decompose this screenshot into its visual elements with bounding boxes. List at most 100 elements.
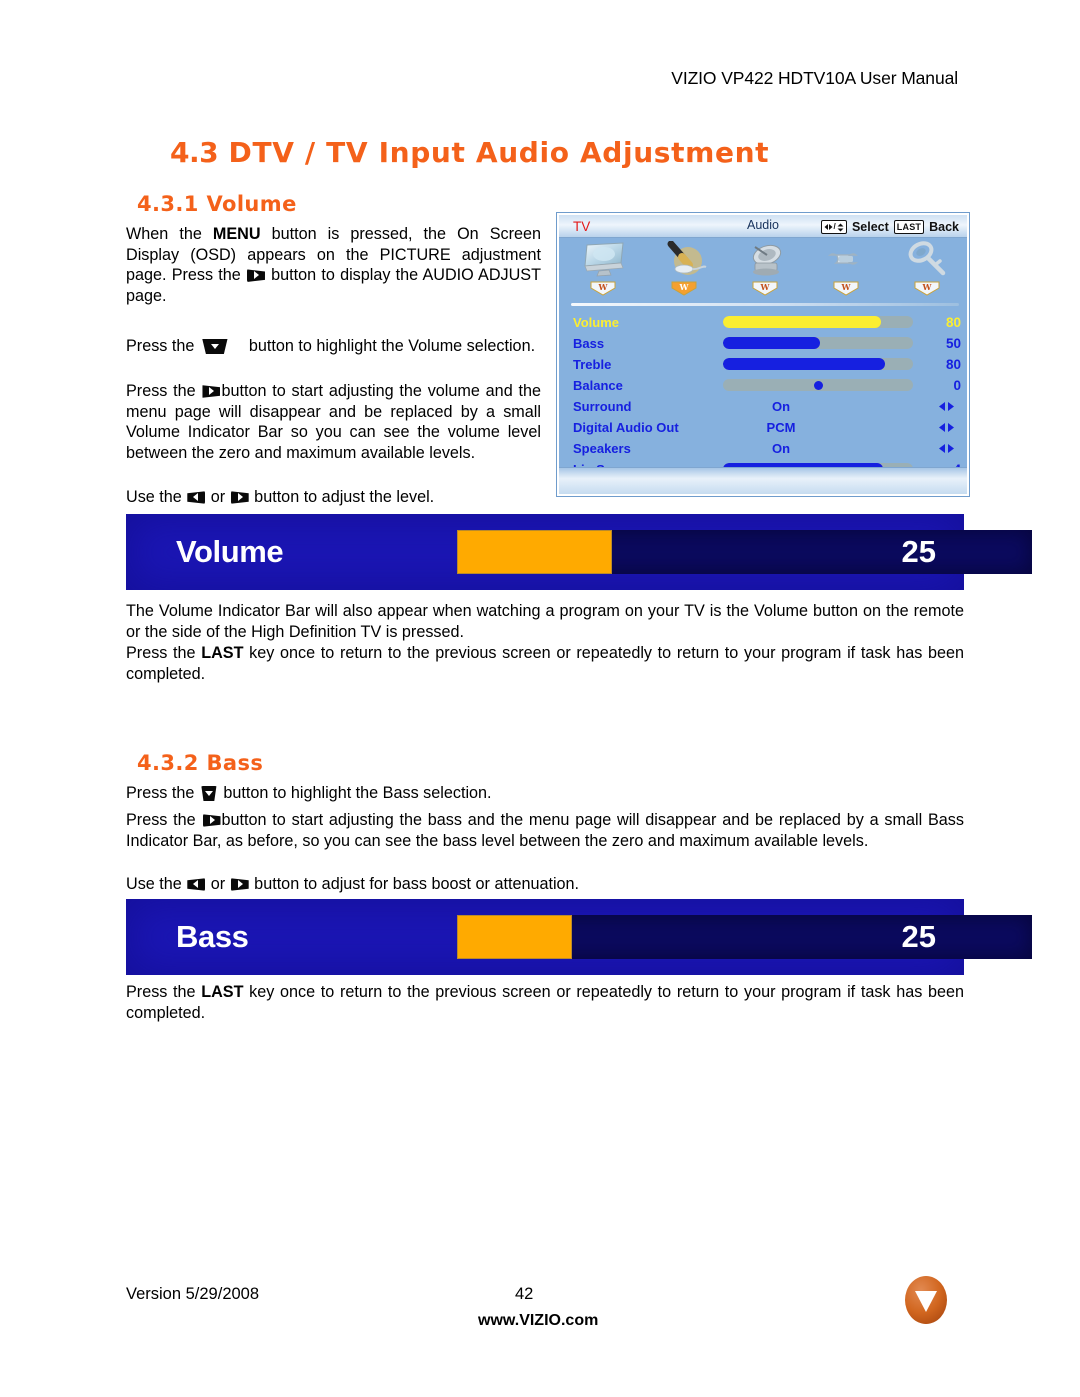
right-arrow-key-icon — [230, 489, 249, 506]
last-keyword: LAST — [201, 983, 244, 1001]
right-arrow-key-icon — [246, 267, 265, 284]
right-arrow-key-icon — [202, 383, 221, 400]
osd-tab-tuner[interactable]: W — [728, 241, 802, 297]
tab-chevron-picture: W — [590, 281, 616, 296]
osd-row-label: Volume — [573, 315, 619, 330]
left-arrow-key-icon — [187, 489, 206, 506]
bass-indicator-bar-figure: Bass 25 — [126, 899, 1032, 975]
indicator-bar-value: 25 — [901, 919, 936, 954]
osd-input-label: TV — [573, 219, 591, 234]
menu-keyword: MENU — [212, 225, 261, 243]
tab-chevron-parental: W — [914, 281, 940, 296]
osd-tab-audio[interactable]: W — [647, 241, 721, 297]
text-fragment: Press the — [126, 337, 199, 355]
osd-row-label: Balance — [573, 378, 623, 393]
osd-row-volume[interactable]: Volume 80 — [571, 312, 961, 333]
osd-slider-fill — [723, 337, 820, 349]
svg-text:W: W — [921, 282, 932, 292]
parental-key-icon — [908, 241, 945, 276]
select-hint-label: Select — [851, 220, 889, 234]
paragraph-press-down-bass: Press the button to highlight the Bass s… — [126, 783, 964, 804]
text-fragment: button to adjust the level. — [249, 488, 435, 506]
osd-row-label: Treble — [573, 357, 612, 372]
osd-row-value: PCM — [766, 420, 796, 435]
osd-tab-parental[interactable]: W — [890, 241, 964, 297]
osd-row-label: Speakers — [573, 441, 631, 456]
paragraph-intro: When the MENU button is pressed, the On … — [126, 224, 541, 306]
setup-wrench-icon — [827, 253, 858, 265]
text-fragment: key once to return to the previous scree… — [126, 644, 964, 683]
osd-row-value: 50 — [945, 336, 961, 351]
down-arrow-key-icon — [200, 338, 230, 355]
left-arrow-key-icon — [187, 876, 206, 893]
left-right-arrows-icon — [939, 444, 954, 453]
osd-row-balance[interactable]: Balance 0 — [571, 375, 961, 396]
tab-chevron-tuner: W — [752, 281, 778, 296]
indicator-bar-fill — [457, 530, 613, 574]
osd-row-label: Digital Audio Out — [573, 420, 679, 435]
osd-row-digital-audio-out[interactable]: Digital Audio Out PCM — [571, 417, 961, 438]
indicator-bar-value: 25 — [901, 534, 936, 569]
osd-row-bass[interactable]: Bass 50 — [571, 333, 961, 354]
osd-slider-fill — [723, 358, 885, 370]
paragraph-use-arrows-volume: Use the or button to adjust the level. — [126, 487, 541, 508]
left-right-arrows-icon — [939, 423, 954, 432]
osd-row-treble[interactable]: Treble 80 — [571, 354, 961, 375]
picture-monitor-icon — [584, 242, 624, 277]
paragraph-press-right-bass: Press the button to start adjusting the … — [126, 810, 964, 851]
osd-slider-track[interactable] — [723, 337, 913, 349]
nav-keys-icon: / — [820, 220, 847, 234]
tab-chevron-setup: W — [833, 281, 859, 296]
indicator-bar-track — [457, 530, 1032, 574]
osd-audio-menu-screenshot: Audio W W W W W Volume 80 Bass 50 Treble… — [557, 213, 969, 496]
osd-row-speakers[interactable]: Speakers On — [571, 438, 961, 459]
indicator-bar-label: Volume — [176, 534, 284, 569]
text-fragment: Press the — [126, 811, 202, 829]
osd-slider-track[interactable] — [723, 358, 913, 370]
paragraph-last-key-volume: Press the LAST key once to return to the… — [126, 643, 964, 684]
osd-footer — [559, 467, 967, 494]
osd-row-label: Surround — [573, 399, 632, 414]
tuner-satellite-dish-icon — [752, 244, 782, 276]
osd-tab-setup[interactable]: W — [809, 241, 883, 297]
text-fragment: button to highlight the Bass selection. — [218, 784, 492, 802]
osd-key-hints: / Select LAST Back — [820, 220, 959, 234]
osd-row-label: Bass — [573, 336, 605, 351]
text-fragment: When the — [126, 225, 213, 243]
footer-version: Version 5/29/2008 — [126, 1285, 260, 1303]
osd-row-surround[interactable]: Surround On — [571, 396, 961, 417]
subsection-heading-bass: 4.3.2 Bass — [137, 751, 264, 775]
text-fragment: button to adjust for bass boost or atten… — [249, 875, 580, 893]
osd-row-value: 80 — [945, 315, 961, 330]
osd-slider-track[interactable] — [723, 379, 913, 391]
text-fragment: Use the — [126, 488, 187, 506]
volume-indicator-bar-figure: Volume 25 — [126, 514, 1032, 590]
footer-page-number: 42 — [515, 1285, 534, 1303]
text-fragment: key once to return to the previous scree… — [126, 983, 964, 1022]
paragraph-press-right-volume: Press the button to start adjusting the … — [126, 381, 541, 463]
text-fragment: or — [206, 875, 230, 893]
osd-slider-track[interactable] — [723, 316, 913, 328]
paragraph-use-arrows-bass: Use the or button to adjust for bass boo… — [126, 874, 964, 895]
vizio-v-logo — [905, 1276, 947, 1324]
down-arrow-key-icon — [200, 785, 218, 802]
indicator-bar-fill — [457, 915, 572, 959]
osd-tab-picture[interactable]: W — [566, 241, 640, 297]
left-right-arrows-icon — [939, 402, 954, 411]
paragraph-volume-bar-note: The Volume Indicator Bar will also appea… — [126, 602, 964, 641]
osd-settings-list: Volume 80 Bass 50 Treble 80 Balance 0 Su… — [571, 312, 961, 480]
text-fragment: Press the — [126, 784, 199, 802]
osd-balance-knob — [813, 381, 823, 390]
indicator-bar-track — [457, 915, 1032, 959]
osd-divider — [571, 303, 959, 306]
tab-chevron-audio-selected: W — [671, 281, 697, 296]
text-fragment: Press the — [126, 983, 202, 1001]
back-hint-label: Back — [929, 220, 959, 234]
text-fragment: button to highlight the Volume selection… — [248, 337, 536, 355]
svg-text:W: W — [759, 282, 770, 292]
section-title: DTV / TV Input Audio Adjustment — [228, 137, 770, 169]
text-fragment: Press the — [126, 382, 202, 400]
right-arrow-key-icon — [202, 812, 221, 829]
indicator-bar-label: Bass — [176, 919, 249, 954]
osd-row-value: On — [771, 441, 791, 456]
